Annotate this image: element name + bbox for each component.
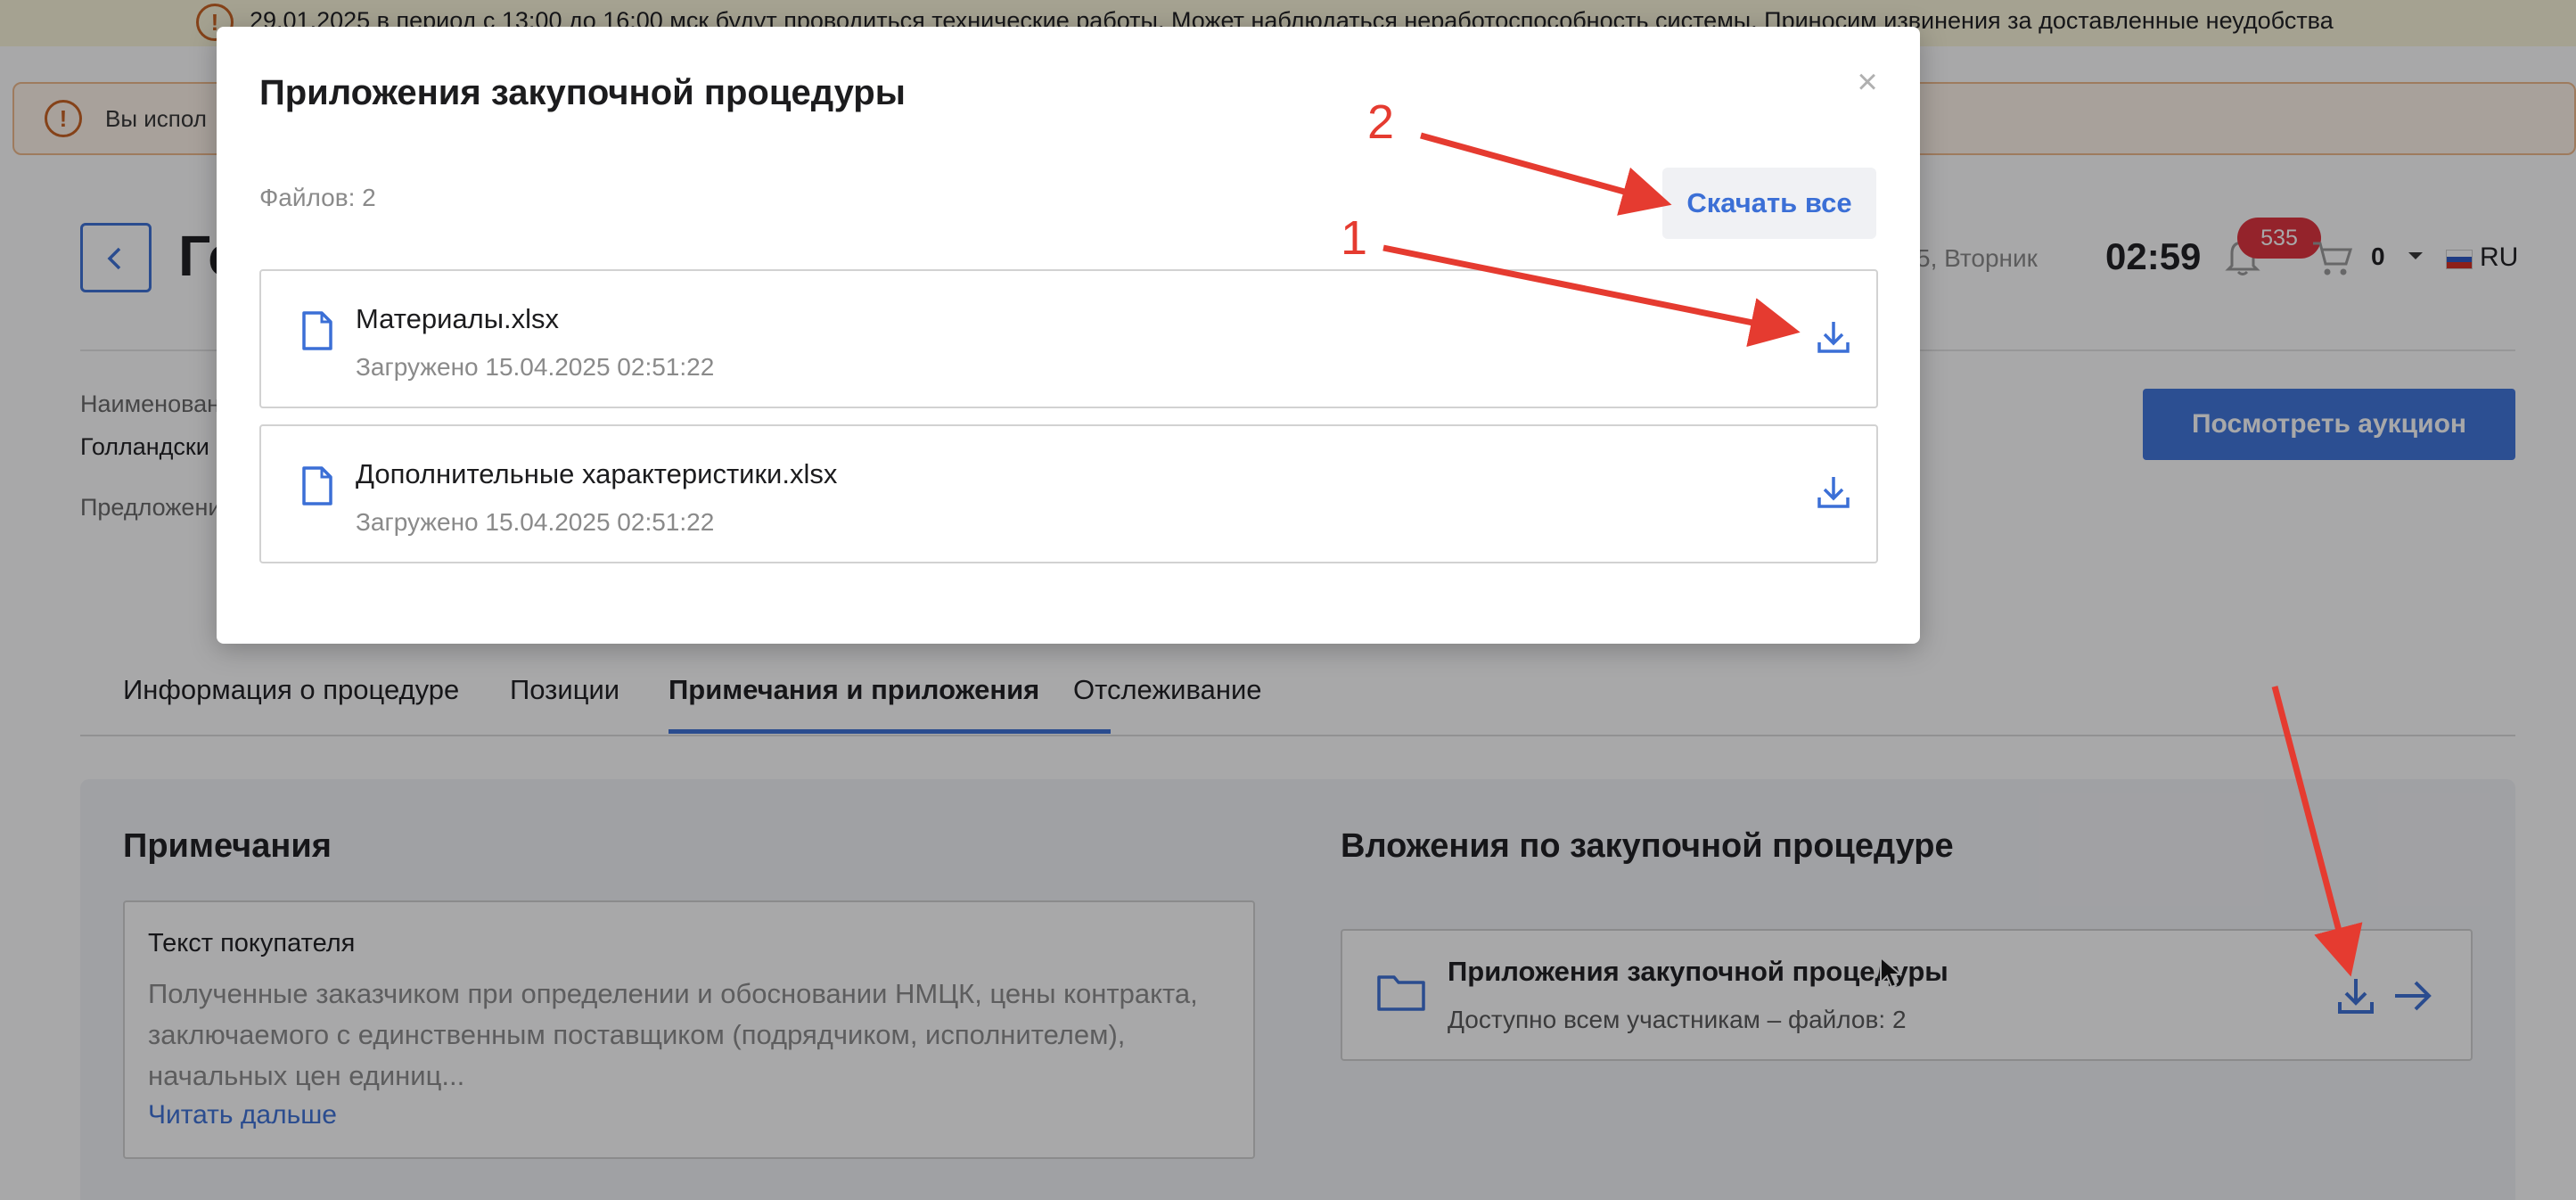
- file-upload-date: Загружено 15.04.2025 02:51:22: [356, 508, 715, 536]
- download-all-button[interactable]: Скачать все: [1662, 168, 1876, 239]
- download-icon[interactable]: [1816, 319, 1851, 355]
- file-upload-date: Загружено 15.04.2025 02:51:22: [356, 353, 715, 381]
- download-icon[interactable]: [1816, 474, 1851, 510]
- file-name: Дополнительные характеристики.xlsx: [356, 458, 838, 489]
- file-row: Материалы.xlsx Загружено 15.04.2025 02:5…: [259, 269, 1878, 408]
- file-icon: [302, 466, 332, 505]
- annotation-label-2: 2: [1367, 95, 1395, 149]
- close-icon[interactable]: ×: [1851, 64, 1883, 100]
- files-count: Файлов: 2: [259, 184, 376, 211]
- attachments-modal: Приложения закупочной процедуры × Файлов…: [217, 27, 1920, 644]
- file-row: Дополнительные характеристики.xlsx Загру…: [259, 424, 1878, 563]
- modal-title: Приложения закупочной процедуры: [259, 73, 906, 112]
- file-icon: [302, 311, 332, 350]
- file-name: Материалы.xlsx: [356, 303, 559, 334]
- annotation-label-1: 1: [1341, 211, 1368, 265]
